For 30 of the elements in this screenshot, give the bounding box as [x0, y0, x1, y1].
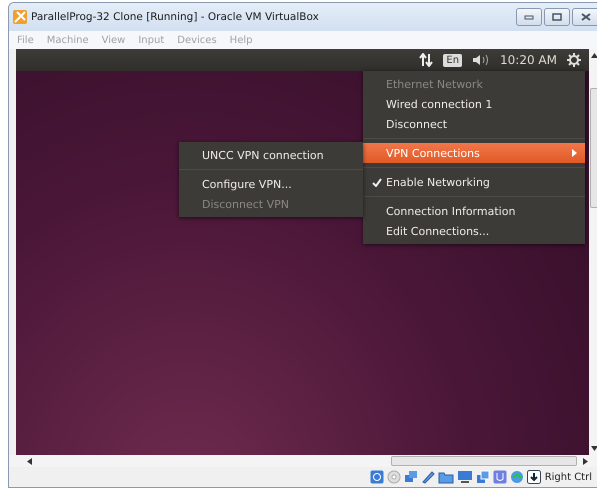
network-menu-item[interactable]: Edit Connections... — [363, 221, 585, 241]
network-menu-item[interactable]: Disconnect — [363, 114, 585, 134]
submenu-arrow-icon — [572, 149, 577, 157]
network-menu-item[interactable]: Connection Information — [363, 201, 585, 221]
maximize-button[interactable] — [544, 8, 570, 26]
maximize-icon — [552, 13, 562, 21]
network-menu-item[interactable]: Wired connection 1 — [363, 94, 585, 114]
minimize-button[interactable] — [516, 8, 542, 26]
speaker-icon[interactable] — [472, 54, 490, 66]
network-menu-item[interactable]: Enable Networking — [363, 172, 585, 192]
horizontal-scrollbar[interactable] — [9, 455, 597, 467]
network-arrows-icon[interactable] — [419, 53, 434, 67]
window-title: ParallelProg-32 Clone [Running] - Oracle VM VirtualBox — [31, 11, 319, 23]
scroll-left-arrow-icon[interactable] — [27, 458, 32, 464]
vertical-scrollbar[interactable] — [589, 49, 597, 455]
host-key-label: Right Ctrl — [544, 472, 592, 482]
scroll-up-arrow-icon[interactable] — [591, 53, 597, 58]
scroll-right-arrow-icon[interactable] — [583, 458, 588, 464]
close-button[interactable] — [572, 8, 597, 26]
minimize-icon — [524, 14, 534, 20]
scroll-down-arrow-icon[interactable] — [591, 446, 597, 451]
close-icon — [581, 13, 591, 21]
app-icon — [13, 10, 27, 24]
checkmark-icon — [372, 178, 382, 186]
gear-icon[interactable] — [567, 53, 581, 67]
device-status-icons-drawing[interactable] — [370, 470, 541, 484]
keyboard-layout-indicator[interactable]: En — [443, 54, 462, 66]
vpn-submenu-item[interactable]: Configure VPN... — [179, 174, 363, 194]
vpn-submenu-item[interactable]: UNCC VPN connection — [179, 145, 363, 165]
clock[interactable]: 10:20 AM — [500, 53, 557, 67]
